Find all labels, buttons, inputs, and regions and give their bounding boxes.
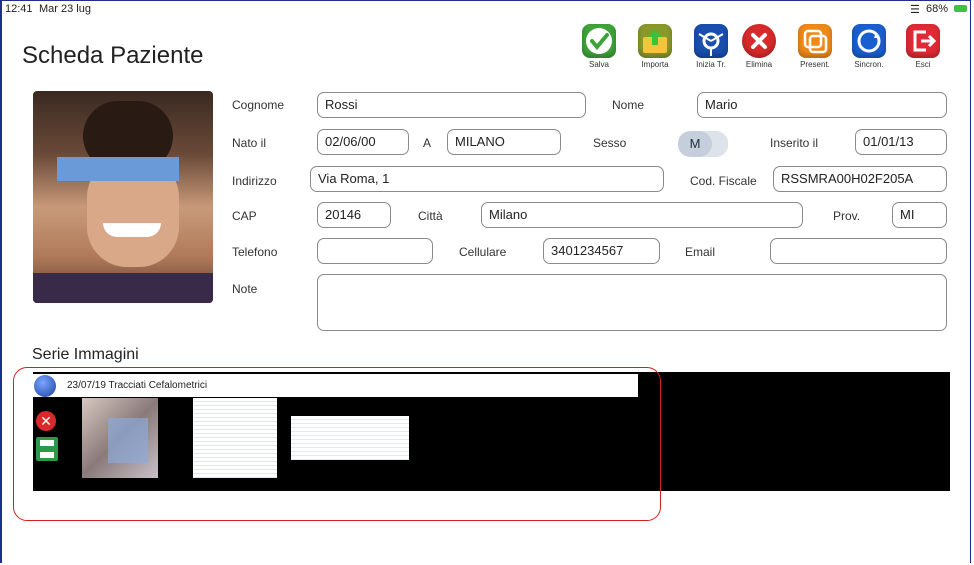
telefono-label: Telefono xyxy=(232,245,278,259)
a-label: A xyxy=(423,136,432,150)
save-label: Salva xyxy=(588,60,609,69)
a-field[interactable]: MILANO xyxy=(447,129,561,155)
patient-photo[interactable] xyxy=(33,91,213,303)
series-title: Serie Immagini xyxy=(32,346,139,363)
shirt-shape xyxy=(33,273,213,303)
note-label: Note xyxy=(232,282,258,296)
presentation-icon xyxy=(798,24,832,58)
note-field[interactable] xyxy=(317,274,947,331)
nato-il-label: Nato il xyxy=(232,136,267,150)
cellulare-label: Cellulare xyxy=(459,245,507,259)
import-label: Importa xyxy=(641,60,669,69)
exit-label: Esci xyxy=(915,60,931,69)
status-time: 12:41 xyxy=(5,3,33,15)
indirizzo-label: Indirizzo xyxy=(232,174,277,188)
eye-privacy-bar xyxy=(57,157,179,181)
start-trace-label: Inizia Tr. xyxy=(696,60,726,69)
trace-start-icon xyxy=(694,24,728,58)
cap-field[interactable]: 20146 xyxy=(317,202,391,228)
presentation-button[interactable]: Present. xyxy=(792,24,838,69)
smile-shape xyxy=(103,223,161,237)
save-button[interactable]: Salva xyxy=(576,24,622,69)
prov-field[interactable]: MI xyxy=(892,202,947,228)
nato-il-field[interactable]: 02/06/00 xyxy=(317,129,409,155)
battery-icon xyxy=(954,5,967,12)
cognome-field[interactable]: Rossi xyxy=(317,92,586,118)
nome-field[interactable]: Mario xyxy=(697,92,947,118)
delete-button[interactable]: Elimina xyxy=(736,24,782,69)
cellulare-field[interactable]: 3401234567 xyxy=(543,238,660,264)
cod-fiscale-field[interactable]: RSSMRA00H02F205A xyxy=(773,166,947,192)
status-date: Mar 23 lug xyxy=(39,3,91,15)
folder-import-icon xyxy=(638,24,672,58)
email-field[interactable] xyxy=(770,238,947,264)
start-trace-button[interactable]: Inizia Tr. xyxy=(688,24,734,69)
inserito-il-label: Inserito il xyxy=(770,136,819,150)
checkmark-icon xyxy=(582,24,616,58)
delete-label: Elimina xyxy=(745,60,773,69)
telefono-field[interactable] xyxy=(317,238,433,264)
prov-label: Prov. xyxy=(833,209,861,223)
inserito-il-field[interactable]: 01/01/13 xyxy=(855,129,947,155)
cap-label: CAP xyxy=(232,209,257,223)
nome-label: Nome xyxy=(612,98,645,112)
sesso-label: Sesso xyxy=(593,136,627,150)
indirizzo-field[interactable]: Via Roma, 1 xyxy=(310,166,664,192)
presentation-label: Present. xyxy=(800,60,830,69)
email-label: Email xyxy=(685,245,716,259)
cognome-label: Cognome xyxy=(232,98,285,112)
delete-icon xyxy=(742,24,776,58)
exit-icon xyxy=(906,24,940,58)
sync-button[interactable]: Sincron. xyxy=(846,24,892,69)
status-battery: 68% xyxy=(926,3,949,15)
sync-icon xyxy=(852,24,886,58)
cod-fiscale-label: Cod. Fiscale xyxy=(690,174,757,188)
exit-button[interactable]: Esci xyxy=(900,24,946,69)
highlight-outline xyxy=(13,367,661,521)
citta-label: Città xyxy=(418,209,443,223)
sync-label: Sincron. xyxy=(854,60,884,69)
import-button[interactable]: Importa xyxy=(632,24,678,69)
sesso-toggle[interactable]: M xyxy=(678,131,728,157)
citta-field[interactable]: Milano xyxy=(481,202,803,228)
wifi-icon: ☰ xyxy=(910,4,920,16)
page-title: Scheda Paziente xyxy=(22,42,204,69)
sesso-value: M xyxy=(678,131,712,157)
